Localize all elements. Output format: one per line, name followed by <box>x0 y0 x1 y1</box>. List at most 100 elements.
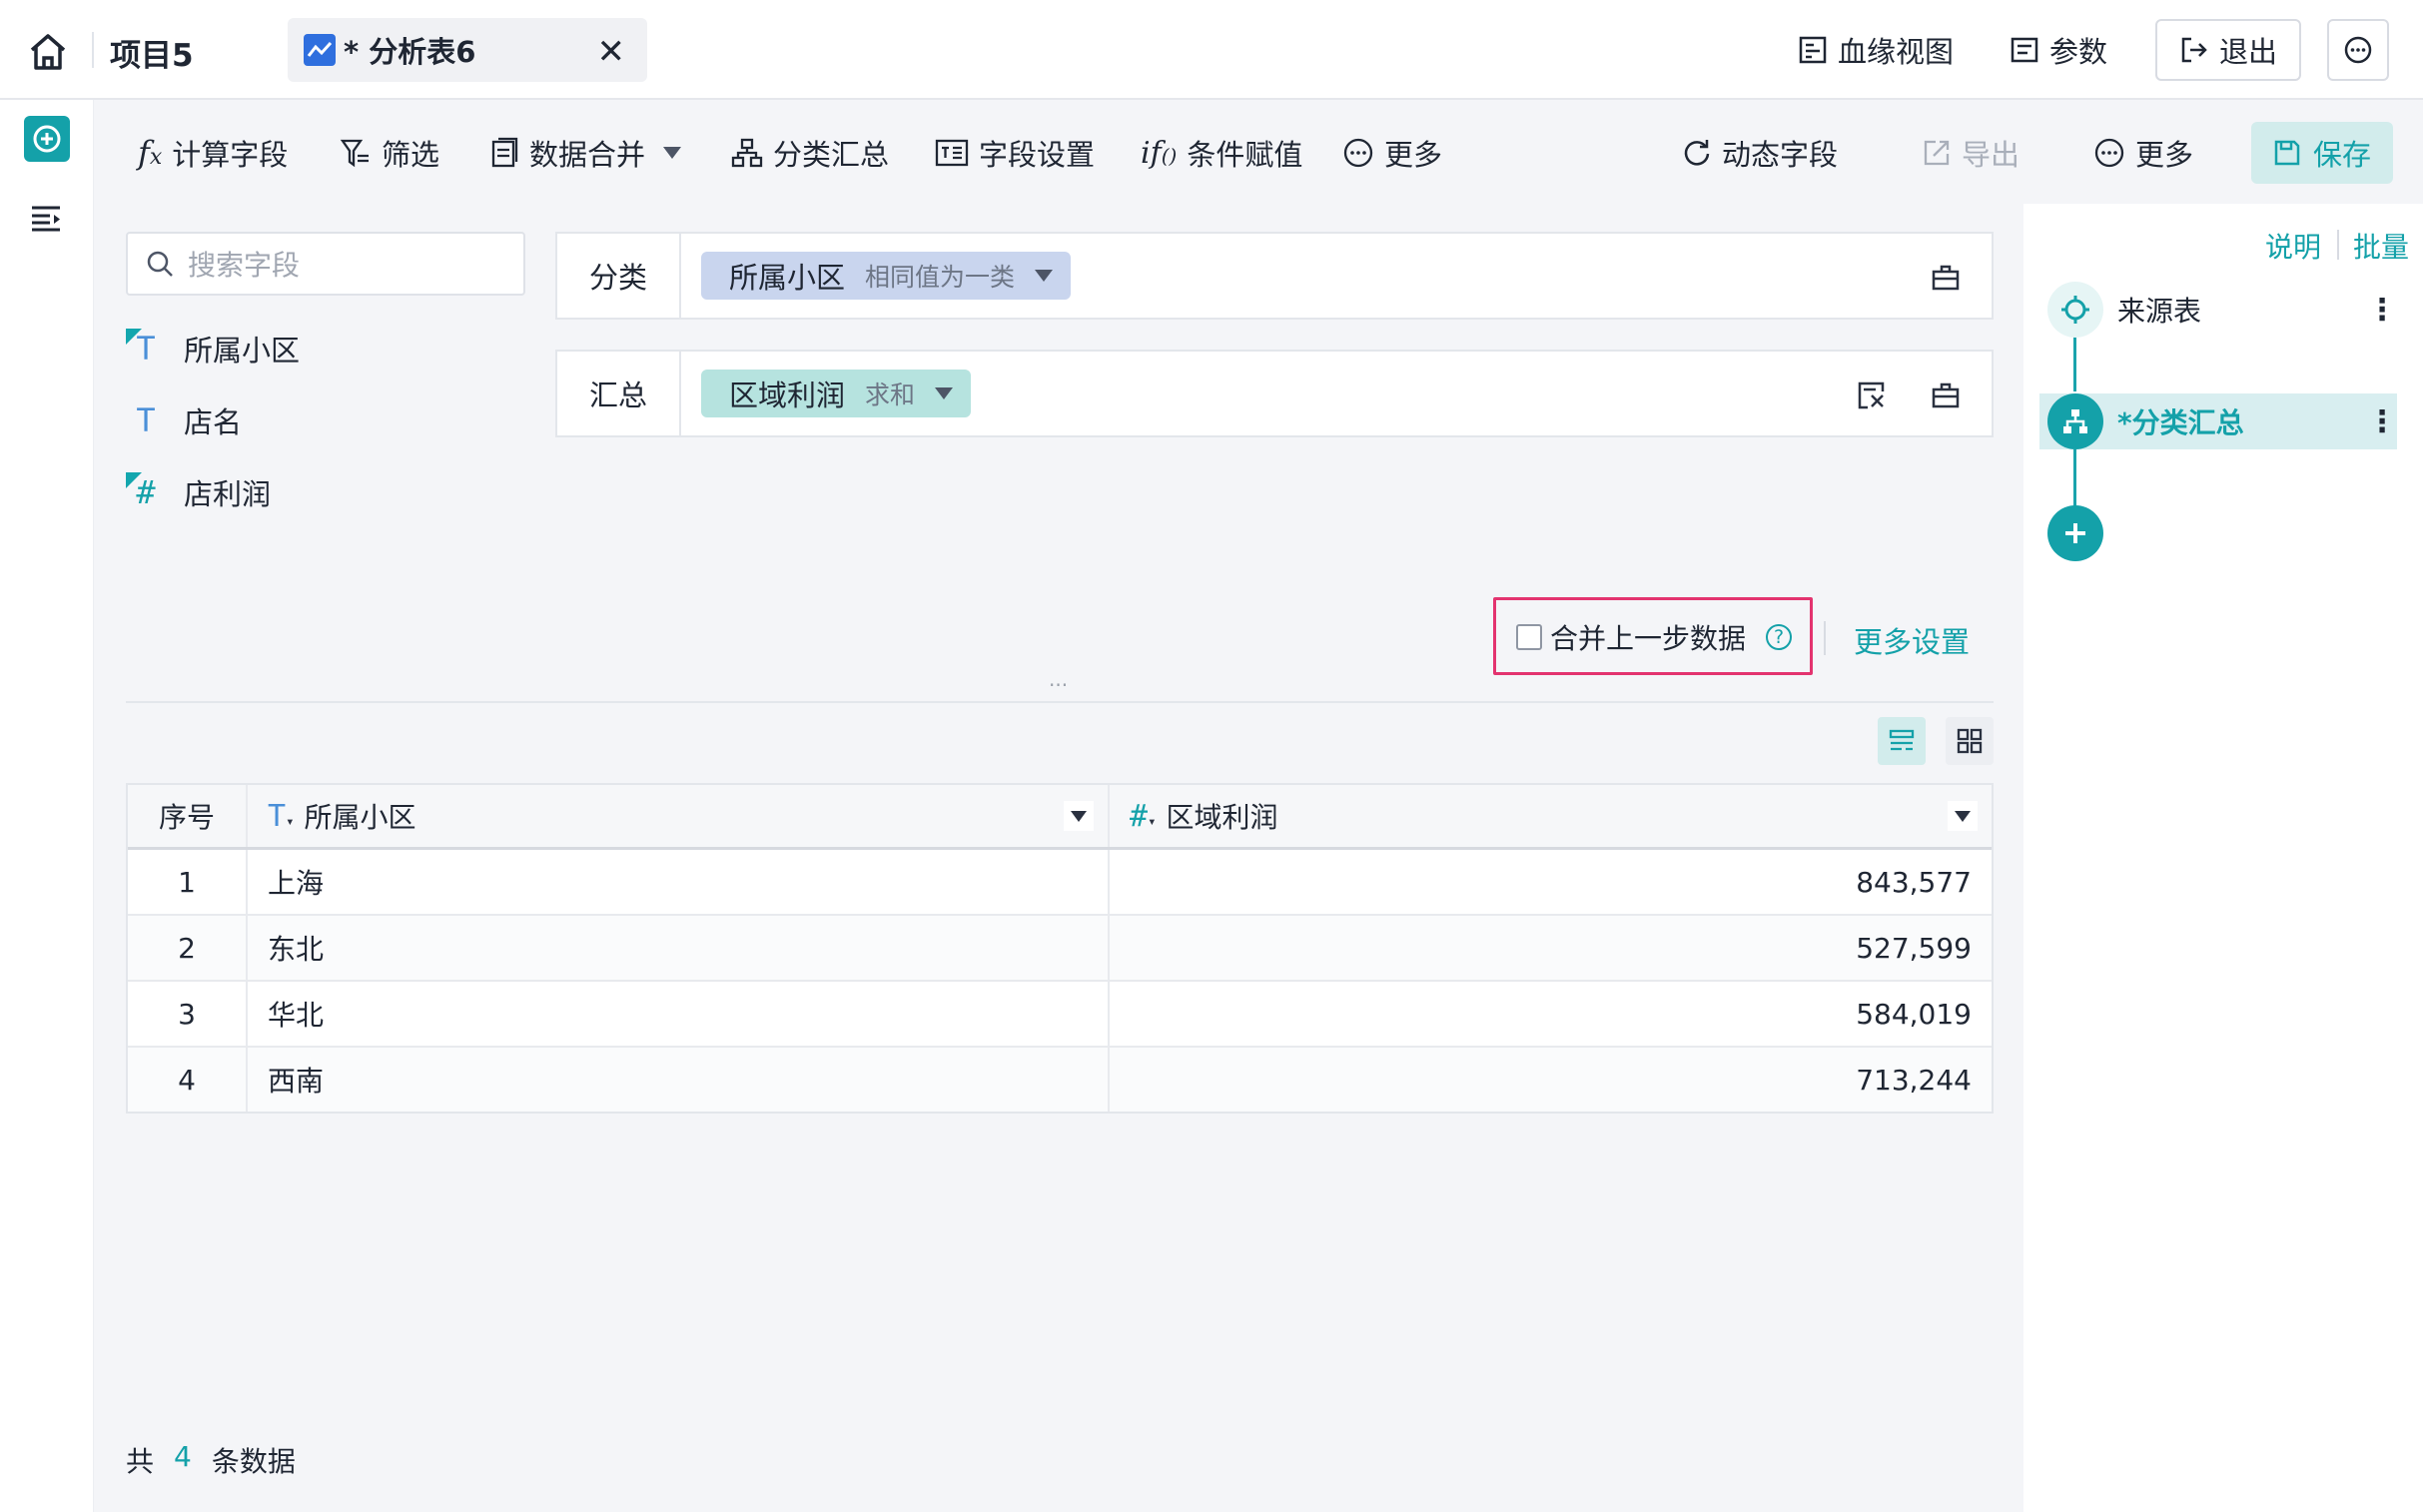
tab-title: * 分析表6 <box>344 35 476 69</box>
kebab-menu-icon[interactable]: ⋮ <box>2367 404 2397 439</box>
params-button[interactable]: 参数 <box>2010 19 2107 81</box>
field-name: 店名 <box>184 405 243 439</box>
field-item-district[interactable]: T 所属小区 <box>126 324 300 374</box>
help-icon[interactable]: ? <box>1766 624 1793 650</box>
data-merge-button[interactable]: 数据合并 <box>489 128 682 178</box>
field-settings-icon <box>935 139 969 167</box>
field-item-store-profit[interactable]: # 店利润 <box>126 467 271 517</box>
row-index: 2 <box>128 916 248 980</box>
result-table: 序号 T▾ 所属小区 #▾ 区域利润 1 上海 843,577 2 东北 527… <box>126 783 1994 1114</box>
field-settings-button[interactable]: 字段设置 <box>935 128 1095 178</box>
step-label: *分类汇总 <box>2117 406 2244 439</box>
flow-connector <box>2073 336 2076 391</box>
cell-district: 上海 <box>248 850 1110 914</box>
home-icon[interactable] <box>26 30 70 74</box>
chip-mode: 求和 <box>865 380 916 409</box>
divider <box>1824 621 1826 655</box>
params-label: 参数 <box>2049 35 2108 69</box>
text-type-icon: T▾ <box>268 798 295 834</box>
cell-profit: 843,577 <box>1856 865 1972 899</box>
column-header-profit[interactable]: #▾ 区域利润 <box>1110 785 1992 847</box>
cell-profit: 527,599 <box>1856 931 1972 965</box>
text-type-icon: T <box>126 329 166 369</box>
chevron-down-icon[interactable] <box>1064 801 1094 831</box>
field-name: 店利润 <box>184 477 272 511</box>
more-tools-button[interactable]: 更多 <box>1342 128 1442 178</box>
chevron-down-icon[interactable] <box>1035 270 1054 282</box>
column-header-district[interactable]: T▾ 所属小区 <box>248 785 1110 847</box>
summary-row: 汇总 区域利润 求和 <box>555 350 1994 437</box>
clear-icon[interactable] <box>1930 262 1962 294</box>
more-settings-link[interactable]: 更多设置 <box>1854 619 1970 661</box>
merge-prev-label: 合并上一步数据 <box>1550 622 1747 655</box>
calc-field-button[interactable]: fx 计算字段 <box>138 128 288 178</box>
chevron-down-icon[interactable] <box>1948 801 1978 831</box>
row-count-number: 4 <box>174 1440 192 1473</box>
params-icon <box>2011 37 2038 63</box>
search-placeholder: 搜索字段 <box>188 249 301 282</box>
field-item-store-name[interactable]: T 店名 <box>126 395 242 445</box>
step-source-table[interactable]: 来源表 ⋮ <box>2039 282 2397 338</box>
group-field-chip[interactable]: 所属小区 相同值为一类 <box>701 252 1072 300</box>
conditional-assign-label: 条件赋值 <box>1187 138 1303 172</box>
remove-field-icon[interactable] <box>1856 379 1888 411</box>
add-step-plus-icon[interactable] <box>2047 505 2103 561</box>
conditional-assign-button[interactable]: if() 条件赋值 <box>1141 128 1302 178</box>
batch-link[interactable]: 批量 <box>2353 226 2409 266</box>
hierarchy-icon <box>731 138 763 168</box>
summary-field-chip[interactable]: 区域利润 求和 <box>701 370 972 417</box>
field-name: 所属小区 <box>184 334 301 368</box>
kebab-menu-icon[interactable]: ⋮ <box>2367 293 2397 328</box>
list-view-icon[interactable] <box>1878 717 1926 765</box>
column-header-label: 所属小区 <box>304 801 416 834</box>
filter-icon <box>340 139 369 168</box>
filter-button[interactable]: 筛选 <box>340 128 439 178</box>
add-step-icon[interactable] <box>24 116 70 162</box>
more-actions-button[interactable]: 更多 <box>2093 128 2193 178</box>
exit-button[interactable]: 退出 <box>2155 19 2301 81</box>
field-search-input[interactable]: 搜索字段 <box>126 232 525 296</box>
export-button[interactable]: 导出 <box>1922 128 2019 178</box>
merge-prev-checkbox[interactable] <box>1516 624 1542 650</box>
grid-view-icon[interactable] <box>1946 717 1994 765</box>
source-node-icon <box>2047 282 2103 338</box>
chip-mode: 相同值为一类 <box>865 263 1016 292</box>
merge-doc-icon <box>491 137 518 168</box>
more-tools-label: 更多 <box>1384 138 1443 172</box>
flow-connector <box>2073 449 2076 507</box>
table-row: 4 西南 713,244 <box>128 1048 1992 1112</box>
group-summary-button[interactable]: 分类汇总 <box>731 128 889 178</box>
text-type-icon: T <box>136 401 156 439</box>
step-group-summary[interactable]: *分类汇总 ⋮ <box>2039 393 2397 449</box>
summary-label: 汇总 <box>557 352 681 435</box>
field-settings-label: 字段设置 <box>979 138 1096 172</box>
resize-handle[interactable]: ... <box>1049 667 1068 691</box>
row-count-prefix: 共 <box>126 1445 155 1478</box>
more-options-button[interactable] <box>2327 19 2389 81</box>
filter-label: 筛选 <box>382 138 440 172</box>
help-link[interactable]: 说明 <box>2265 226 2321 266</box>
number-type-icon: #▾ <box>1130 798 1157 834</box>
save-button[interactable]: 保存 <box>2251 122 2393 184</box>
cell-district: 华北 <box>248 982 1110 1046</box>
group-summary-label: 分类汇总 <box>773 138 890 172</box>
lineage-view-button[interactable]: 血缘视图 <box>1798 19 1954 81</box>
outline-toggle-icon[interactable] <box>30 204 64 234</box>
dynamic-field-button[interactable]: 动态字段 <box>1682 128 1838 178</box>
tab-analysis-table[interactable]: * 分析表6 ✕ <box>288 18 647 82</box>
export-icon <box>1924 140 1950 166</box>
data-merge-label: 数据合并 <box>529 138 646 172</box>
table-row: 2 东北 527,599 <box>128 916 1992 982</box>
close-icon[interactable]: ✕ <box>597 32 626 72</box>
more-circle-icon <box>1343 138 1373 168</box>
chevron-down-icon[interactable] <box>935 387 954 399</box>
merge-prev-checkbox-group[interactable]: 合并上一步数据 ? <box>1516 615 1793 659</box>
chip-field: 所属小区 <box>729 261 846 295</box>
more-circle-icon <box>2344 36 2372 64</box>
cell-district: 东北 <box>248 916 1110 980</box>
clear-icon[interactable] <box>1930 379 1962 411</box>
cell-profit: 713,244 <box>1856 1063 1972 1097</box>
column-header-label: 区域利润 <box>1166 801 1278 834</box>
left-rail <box>0 100 94 1512</box>
project-name[interactable]: 项目5 <box>110 30 194 75</box>
